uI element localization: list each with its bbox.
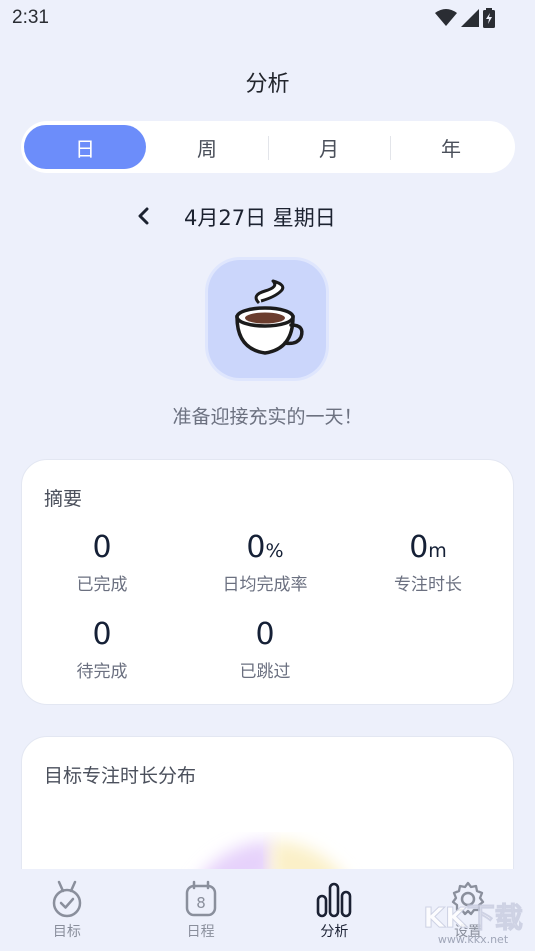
previous-day-button[interactable] bbox=[130, 202, 158, 230]
stat-label: 专注时长 bbox=[394, 575, 462, 595]
medal-check-icon bbox=[49, 879, 85, 919]
calendar-icon-number: 8 bbox=[196, 894, 206, 912]
stat-value: 0 bbox=[255, 617, 275, 652]
status-time: 2:31 bbox=[12, 7, 49, 28]
tab-label: 日程 bbox=[186, 924, 215, 940]
tab-label: 分析 bbox=[320, 924, 349, 940]
page-title: 分析 bbox=[245, 72, 290, 97]
stat-value: 0 bbox=[246, 530, 266, 565]
stat-label: 已跳过 bbox=[239, 662, 291, 682]
stat-value: 0 bbox=[92, 530, 112, 565]
stat-value: 0 bbox=[409, 530, 429, 565]
watermark-text: KK下载 bbox=[423, 901, 522, 934]
stat-label: 已完成 bbox=[76, 575, 128, 595]
stat-label: 待完成 bbox=[76, 662, 128, 682]
chevron-left-icon bbox=[138, 207, 149, 225]
stat-pending: 0 待完成 bbox=[22, 617, 182, 682]
tab-label: 目标 bbox=[52, 924, 81, 940]
calendar-icon: 8 bbox=[183, 879, 219, 919]
watermark-url: www.kkx.net bbox=[438, 933, 509, 946]
watermark-logo: KK下载 www.kkx.net bbox=[423, 901, 523, 947]
signal-icon bbox=[461, 9, 479, 27]
status-bar: 2:31 bbox=[0, 0, 535, 36]
empty-state-message: 准备迎接充实的一天！ bbox=[172, 406, 363, 428]
coffee-cup-icon bbox=[208, 260, 326, 378]
distribution-title: 目标专注时长分布 bbox=[44, 765, 197, 787]
date-navigation: 4月27日 星期日 bbox=[0, 198, 535, 234]
date-label: 4月27日 星期日 bbox=[184, 206, 336, 230]
battery-icon bbox=[483, 8, 495, 28]
stat-skipped: 0 已跳过 bbox=[185, 617, 345, 682]
stat-daily-completion-rate: 0% 日均完成率 bbox=[185, 530, 345, 595]
stat-completed: 0 已完成 bbox=[22, 530, 182, 595]
period-segmented-control: 日 周 月 年 bbox=[21, 121, 515, 173]
stat-unit: m bbox=[428, 540, 447, 562]
stat-value: 0 bbox=[92, 617, 112, 652]
stat-focus-time: 0m 专注时长 bbox=[348, 530, 508, 595]
tab-schedule[interactable]: 8 日程 bbox=[134, 869, 268, 951]
tab-analysis[interactable]: 分析 bbox=[268, 869, 402, 951]
status-icons bbox=[435, 8, 495, 28]
bar-chart-icon bbox=[316, 879, 352, 919]
tab-day[interactable]: 日 bbox=[24, 125, 146, 169]
stat-label: 日均完成率 bbox=[222, 575, 308, 595]
summary-title: 摘要 bbox=[44, 488, 83, 510]
tab-month[interactable]: 月 bbox=[268, 125, 390, 169]
wifi-icon bbox=[435, 9, 457, 26]
tab-year[interactable]: 年 bbox=[390, 125, 512, 169]
stat-unit: % bbox=[265, 540, 284, 562]
summary-card: 摘要 0 已完成 0% 日均完成率 0m 专注时长 0 待完成 0 已跳过 bbox=[21, 459, 514, 705]
tab-goals[interactable]: 目标 bbox=[0, 869, 134, 951]
tab-week[interactable]: 周 bbox=[146, 125, 268, 169]
